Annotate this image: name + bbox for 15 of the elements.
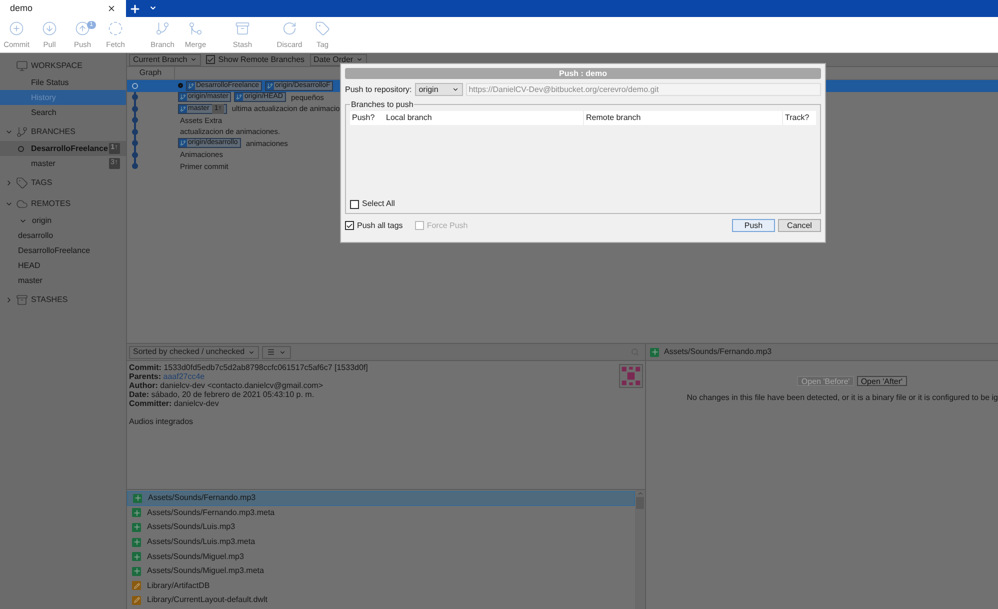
checkbox-label: Show Remote Branches [218, 54, 305, 66]
commit-message: Audios integrados [129, 417, 194, 426]
checkbox-label: Push all tags [357, 220, 403, 232]
commit-detail-line: Commit: 1533d0fd5edb7c5d2ab8798ccfc061517c5af6c7 [1533d0f] [129, 363, 369, 372]
checkbox-label: Force Push [426, 220, 468, 232]
commit-detail-line: Parents: aaaf27cc4e [129, 372, 206, 381]
group-label: Branches to push [350, 99, 414, 111]
dialog-title: Push : demo [345, 68, 821, 79]
commit-detail-line: Author: danielcv-dev <contacto.danielcv@gmail.com> [129, 381, 324, 390]
diff-message: No changes in this file have been detected, or it is a binary file or it is configured to be ig [686, 392, 998, 404]
commit-detail-line: Date: sábado, 20 de febrero de 2021 05:43:10 p. m. [129, 390, 316, 399]
checkbox-label: Select All [362, 198, 395, 210]
commit-detail-line: Committer: danielcv-dev [129, 399, 220, 408]
field-label: Push to repository: [345, 84, 412, 96]
file-path: Assets/Sounds/Fernando.mp3 [664, 346, 772, 358]
